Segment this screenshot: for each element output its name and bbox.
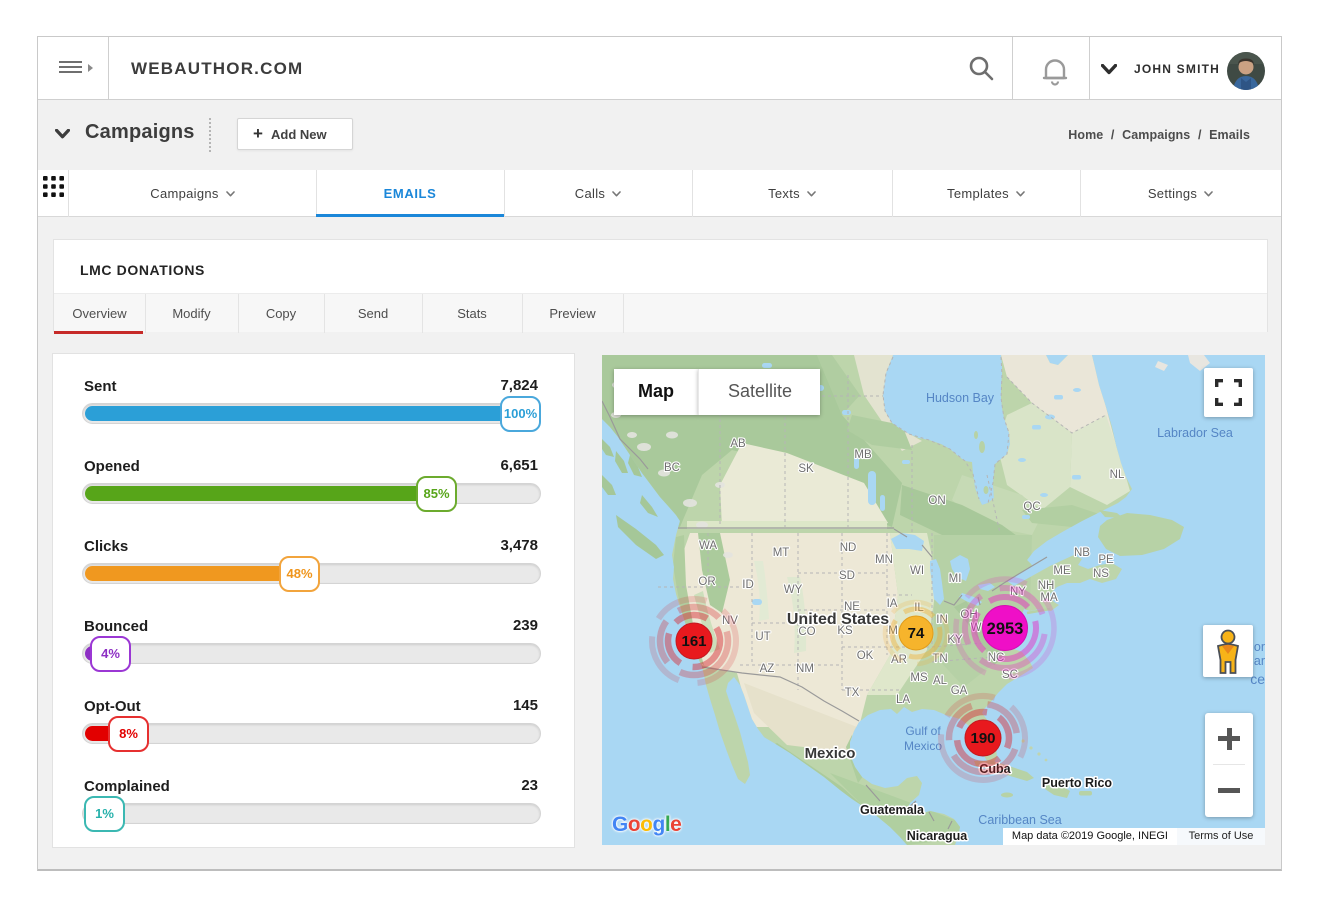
svg-text:WI: WI bbox=[910, 565, 924, 577]
svg-text:BC: BC bbox=[664, 462, 680, 474]
svg-text:Nicaragua: Nicaragua bbox=[907, 829, 968, 843]
svg-text:MT: MT bbox=[773, 547, 790, 559]
svg-text:WY: WY bbox=[784, 584, 803, 596]
svg-text:ME: ME bbox=[1053, 565, 1071, 577]
svg-text:OK: OK bbox=[857, 650, 874, 662]
svg-text:TX: TX bbox=[845, 687, 860, 699]
svg-text:MB: MB bbox=[854, 449, 872, 461]
svg-text:190: 190 bbox=[970, 730, 995, 747]
svg-text:UT: UT bbox=[755, 631, 770, 643]
svg-text:SD: SD bbox=[839, 570, 855, 582]
svg-text:NM: NM bbox=[796, 663, 814, 675]
svg-text:Hudson Bay: Hudson Bay bbox=[926, 391, 995, 405]
svg-text:Mexico: Mexico bbox=[904, 739, 942, 753]
svg-text:MN: MN bbox=[875, 554, 893, 566]
svg-text:QC: QC bbox=[1023, 501, 1040, 513]
svg-text:Caribbean Sea: Caribbean Sea bbox=[978, 813, 1061, 827]
svg-text:AB: AB bbox=[730, 438, 746, 450]
svg-text:NS: NS bbox=[1093, 568, 1109, 580]
svg-text:United States: United States bbox=[787, 611, 889, 628]
svg-text:161: 161 bbox=[681, 633, 706, 650]
svg-text:WA: WA bbox=[699, 540, 717, 552]
svg-text:2953: 2953 bbox=[987, 620, 1024, 638]
svg-text:Labrador Sea: Labrador Sea bbox=[1157, 426, 1233, 440]
svg-text:SK: SK bbox=[798, 463, 814, 475]
svg-text:Gulf of: Gulf of bbox=[905, 724, 941, 738]
svg-text:GA: GA bbox=[951, 685, 968, 697]
svg-text:Puerto Rico: Puerto Rico bbox=[1042, 776, 1113, 790]
svg-text:or: or bbox=[1254, 640, 1265, 654]
svg-text:PE: PE bbox=[1098, 554, 1114, 566]
svg-text:Guatemala: Guatemala bbox=[860, 803, 925, 817]
svg-text:AL: AL bbox=[933, 675, 948, 687]
svg-text:ON: ON bbox=[928, 495, 945, 507]
svg-text:ID: ID bbox=[742, 579, 754, 591]
svg-text:NB: NB bbox=[1074, 547, 1090, 559]
svg-text:ar: ar bbox=[1254, 654, 1265, 668]
svg-text:ND: ND bbox=[840, 542, 857, 554]
svg-text:Mexico: Mexico bbox=[805, 745, 856, 762]
svg-text:AZ: AZ bbox=[760, 663, 775, 675]
svg-text:74: 74 bbox=[908, 625, 925, 642]
svg-text:LA: LA bbox=[896, 694, 910, 706]
svg-text:NH: NH bbox=[1038, 580, 1055, 592]
svg-text:OR: OR bbox=[698, 576, 715, 588]
svg-text:MS: MS bbox=[910, 672, 928, 684]
svg-text:MI: MI bbox=[949, 573, 962, 585]
svg-text:NL: NL bbox=[1110, 469, 1125, 481]
